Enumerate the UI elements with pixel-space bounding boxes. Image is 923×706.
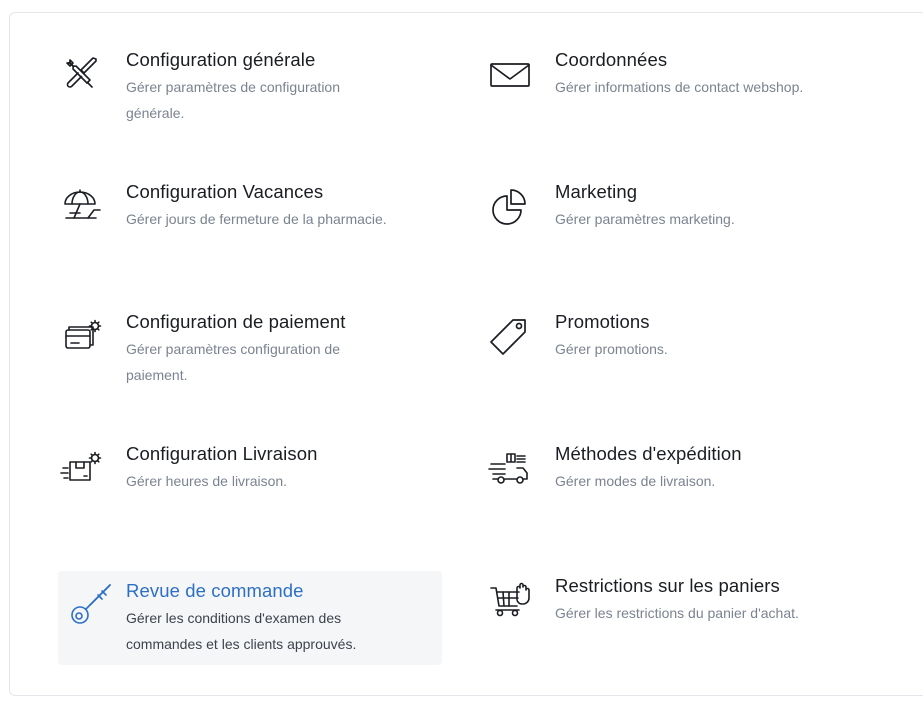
- settings-item-description: Gérer les restrictions du panier d'achat…: [555, 605, 799, 621]
- settings-item-description: Gérer promotions.: [555, 341, 668, 357]
- envelope-icon: [487, 50, 533, 96]
- price-tag-icon: [487, 312, 533, 358]
- key-icon: [68, 581, 114, 627]
- settings-item-title: Méthodes d'expédition: [555, 443, 742, 464]
- settings-item-title: Configuration Vacances: [126, 181, 324, 202]
- settings-item-delivery-configuration[interactable]: Configuration Livraison Gérer heures de …: [58, 442, 443, 494]
- fast-truck-icon: [487, 444, 533, 490]
- settings-item-shipping-methods[interactable]: Méthodes d'expédition Gérer modes de liv…: [487, 442, 907, 494]
- settings-item-description: Gérer paramètres configuration de paieme…: [126, 341, 340, 383]
- settings-item-promotions[interactable]: Promotions Gérer promotions.: [487, 310, 907, 362]
- settings-item-title: Promotions: [555, 311, 650, 332]
- pie-chart-icon: [487, 182, 533, 228]
- settings-item-description: Gérer modes de livraison.: [555, 473, 716, 489]
- settings-item-title: Configuration générale: [126, 49, 316, 70]
- settings-item-marketing[interactable]: Marketing Gérer paramètres marketing.: [487, 180, 907, 232]
- beach-umbrella-icon: [58, 182, 104, 228]
- payment-cards-gear-icon: [58, 312, 104, 358]
- settings-item-title: Configuration Livraison: [126, 443, 318, 464]
- settings-item-general-configuration[interactable]: Configuration générale Gérer paramètres …: [58, 48, 443, 126]
- settings-item-order-review[interactable]: Revue de commande Gérer les conditions d…: [58, 571, 442, 665]
- settings-item-description: Gérer paramètres marketing.: [555, 211, 735, 227]
- settings-item-title: Marketing: [555, 181, 638, 202]
- settings-item-title: Revue de commande: [126, 580, 304, 601]
- delivery-box-gear-icon: [58, 444, 104, 490]
- settings-item-title: Restrictions sur les paniers: [555, 575, 780, 596]
- cart-hand-icon: [487, 576, 533, 622]
- settings-item-description: Gérer paramètres de configuration généra…: [126, 79, 340, 121]
- settings-item-title: Configuration de paiement: [126, 311, 346, 332]
- tools-icon: [58, 50, 104, 96]
- settings-item-description: Gérer les conditions d'examen des comman…: [126, 610, 357, 652]
- settings-item-description: Gérer informations de contact webshop.: [555, 79, 804, 95]
- settings-item-description: Gérer jours de fermeture de la pharmacie…: [126, 211, 387, 227]
- settings-item-description: Gérer heures de livraison.: [126, 473, 288, 489]
- settings-item-cart-restrictions[interactable]: Restrictions sur les paniers Gérer les r…: [487, 574, 907, 626]
- settings-item-title: Coordonnées: [555, 49, 668, 70]
- settings-item-payment-configuration[interactable]: Configuration de paiement Gérer paramètr…: [58, 310, 443, 388]
- settings-item-holiday-configuration[interactable]: Configuration Vacances Gérer jours de fe…: [58, 180, 443, 232]
- settings-item-contact-details[interactable]: Coordonnées Gérer informations de contac…: [487, 48, 907, 100]
